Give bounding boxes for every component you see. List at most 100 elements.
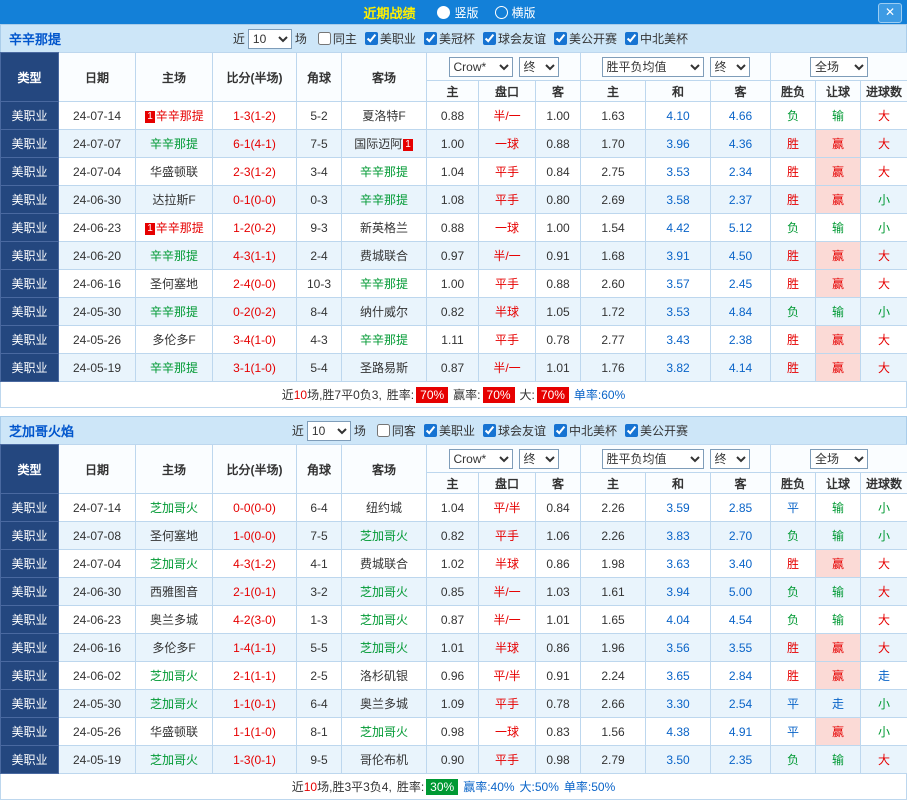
rate-badge: 70%: [537, 387, 569, 403]
team-link[interactable]: 芝加哥火: [360, 613, 408, 627]
league-checkbox-input[interactable]: [483, 32, 496, 45]
league-checkbox-input[interactable]: [554, 32, 567, 45]
team-link[interactable]: 圣何塞地: [150, 277, 198, 291]
team-name: 芝加哥火焰: [9, 421, 74, 440]
euro-home-odds: 1.72: [581, 298, 646, 326]
layout-radio-vertical[interactable]: 竖版: [437, 4, 478, 21]
fulltime-select[interactable]: 全场: [810, 57, 868, 77]
corner-cell: 9-5: [297, 746, 342, 774]
league-checkbox[interactable]: 中北美杯: [617, 30, 688, 47]
team-link[interactable]: 圣路易斯: [360, 361, 408, 375]
team-link[interactable]: 辛辛那提: [150, 305, 198, 319]
same-venue-checkbox-input[interactable]: [318, 32, 331, 45]
handicap-result-cell: 赢: [816, 186, 861, 214]
outcome-cell: 胜: [771, 242, 816, 270]
asian-time-select[interactable]: 终: [519, 57, 559, 77]
team-link[interactable]: 奥兰多城: [360, 697, 408, 711]
team-link[interactable]: 奥兰多城: [150, 613, 198, 627]
league-checkbox[interactable]: 球会友谊: [475, 30, 546, 47]
bookmaker-select[interactable]: Crow*: [449, 449, 513, 469]
league-checkbox-input[interactable]: [625, 32, 638, 45]
goals-result-cell: 大: [861, 102, 907, 130]
team-link[interactable]: 芝加哥火: [360, 725, 408, 739]
team-link[interactable]: 多伦多F: [152, 641, 195, 655]
team-link[interactable]: 国际迈阿1: [354, 137, 414, 151]
corner-cell: 7-5: [297, 130, 342, 158]
league-checkbox[interactable]: 美公开赛: [546, 30, 617, 47]
home-team-cell: 多伦多F: [136, 326, 213, 354]
team-link[interactable]: 1辛辛那提: [144, 109, 204, 123]
league-checkbox[interactable]: 美职业: [416, 422, 475, 439]
euro-home-odds: 1.56: [581, 718, 646, 746]
team-link[interactable]: 芝加哥火: [360, 641, 408, 655]
same-venue-checkbox[interactable]: 同主: [310, 30, 357, 47]
team-link[interactable]: 多伦多F: [152, 333, 195, 347]
match-count-select[interactable]: 10: [307, 421, 351, 441]
euro-home-odds: 1.98: [581, 550, 646, 578]
match-count-select[interactable]: 10: [248, 29, 292, 49]
score-cell: 4-2(3-0): [213, 606, 297, 634]
team-link[interactable]: 芝加哥火: [360, 529, 408, 543]
handicap-result-cell: 输: [816, 606, 861, 634]
team-link[interactable]: 夏洛特F: [362, 109, 405, 123]
league-checkbox[interactable]: 中北美杯: [546, 422, 617, 439]
team-link[interactable]: 费城联合: [360, 249, 408, 263]
league-checkbox[interactable]: 美公开赛: [617, 422, 688, 439]
team-link[interactable]: 华盛顿联: [150, 725, 198, 739]
team-link[interactable]: 达拉斯F: [152, 193, 195, 207]
team-link[interactable]: 辛辛那提: [360, 277, 408, 291]
team-link[interactable]: 哥伦布机: [360, 753, 408, 767]
same-venue-checkbox[interactable]: 同客: [369, 422, 416, 439]
asian-handicap: 半球: [479, 550, 536, 578]
team-link[interactable]: 圣何塞地: [150, 529, 198, 543]
asian-time-select[interactable]: 终: [519, 449, 559, 469]
team-link[interactable]: 辛辛那提: [150, 361, 198, 375]
league-checkbox-input[interactable]: [483, 424, 496, 437]
bookmaker-select[interactable]: Crow*: [449, 57, 513, 77]
league-checkbox-input[interactable]: [365, 32, 378, 45]
euro-odds-select[interactable]: 胜平负均值: [602, 57, 704, 77]
team-link[interactable]: 西雅图音: [150, 585, 198, 599]
team-link[interactable]: 洛杉矶银: [360, 669, 408, 683]
team-link[interactable]: 芝加哥火: [150, 669, 198, 683]
euro-time-select[interactable]: 终: [710, 449, 750, 469]
same-venue-checkbox-input[interactable]: [377, 424, 390, 437]
team-link[interactable]: 华盛顿联: [150, 165, 198, 179]
league-checkbox[interactable]: 美职业: [357, 30, 416, 47]
team-link[interactable]: 芝加哥火: [150, 697, 198, 711]
results-table: 类型 日期 主场 比分(半场) 角球 客场 Crow*终 胜平负均值终 全场: [0, 52, 907, 382]
euro-draw-odds: 3.58: [646, 186, 711, 214]
team-link[interactable]: 辛辛那提: [360, 333, 408, 347]
league-checkbox[interactable]: 美冠杯: [416, 30, 475, 47]
league-checkbox-input[interactable]: [625, 424, 638, 437]
team-link[interactable]: 新英格兰: [360, 221, 408, 235]
team-link[interactable]: 辛辛那提: [150, 249, 198, 263]
summary-part: 场,胜3平3负4,: [317, 780, 392, 794]
league-checkbox[interactable]: 球会友谊: [475, 422, 546, 439]
league-checkbox-input[interactable]: [424, 32, 437, 45]
league-checkbox-input[interactable]: [424, 424, 437, 437]
team-link[interactable]: 纳什威尔: [360, 305, 408, 319]
team-link[interactable]: 辛辛那提: [360, 165, 408, 179]
league-checkbox-input[interactable]: [554, 424, 567, 437]
layout-radio-horizontal[interactable]: 横版: [495, 4, 536, 21]
league-filters: 同客美职业 球会友谊中北美杯美公开赛: [369, 422, 688, 440]
team-link[interactable]: 芝加哥火: [360, 585, 408, 599]
team-link[interactable]: 纽约城: [366, 501, 402, 515]
euro-time-select[interactable]: 终: [710, 57, 750, 77]
team-link[interactable]: 1辛辛那提: [144, 221, 204, 235]
close-icon[interactable]: ✕: [878, 3, 902, 23]
euro-odds-select[interactable]: 胜平负均值: [602, 449, 704, 469]
team-link[interactable]: 辛辛那提: [150, 137, 198, 151]
team-link[interactable]: 芝加哥火: [150, 753, 198, 767]
euro-away-odds: 5.00: [711, 578, 771, 606]
checkbox-label: 球会友谊: [498, 422, 546, 439]
match-row: 美职业24-06-231辛辛那提1-2(0-2)9-3新英格兰0.88一球1.0…: [1, 214, 907, 242]
outcome-cell: 负: [771, 102, 816, 130]
team-link[interactable]: 芝加哥火: [150, 557, 198, 571]
fulltime-select[interactable]: 全场: [810, 449, 868, 469]
summary-stat: 单率:50%: [564, 778, 615, 795]
team-link[interactable]: 芝加哥火: [150, 501, 198, 515]
team-link[interactable]: 辛辛那提: [360, 193, 408, 207]
team-link[interactable]: 费城联合: [360, 557, 408, 571]
